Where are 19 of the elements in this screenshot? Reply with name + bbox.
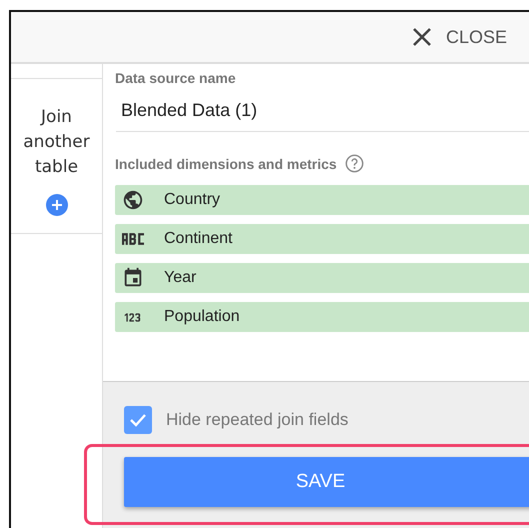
calendar-icon [122,267,144,289]
globe-icon [122,189,144,211]
name-field[interactable]: Blended Data (1) [116,94,529,132]
close-icon [412,27,432,47]
help-icon[interactable] [344,154,364,173]
section-title: Included dimensions and metrics [115,156,337,172]
join-label: Join another table [22,106,91,179]
abc-icon [122,233,144,245]
plus-icon [50,199,62,211]
close-button[interactable]: CLOSE [408,22,511,52]
field-chip[interactable]: Country [115,185,529,215]
field-label: Data source name [115,70,237,86]
field-chip[interactable]: Population [115,302,529,332]
checkbox-label: Hide repeated join fields [166,410,348,430]
field-chip[interactable]: Year [115,263,529,293]
check-icon [129,413,147,427]
field-chip[interactable]: Continent [115,224,529,254]
checkbox[interactable] [124,406,152,434]
add-button[interactable] [46,194,68,216]
